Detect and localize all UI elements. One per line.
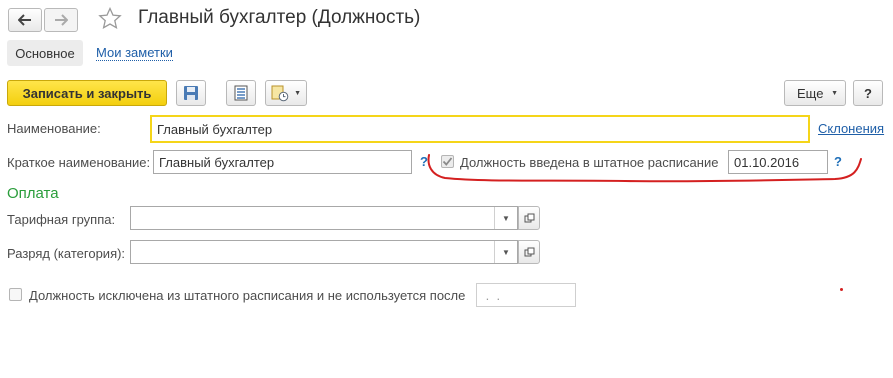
page-title: Главный бухгалтер (Должность) [138, 7, 421, 28]
short-name-label: Краткое наименование: [7, 155, 151, 170]
tab-my-notes[interactable]: Мои заметки [96, 46, 173, 61]
chevron-down-icon: ▼ [294, 89, 301, 97]
favorite-star-icon[interactable] [98, 6, 122, 32]
open-window-icon [524, 213, 534, 222]
help-button[interactable]: ? [853, 80, 883, 106]
save-and-close-button[interactable]: Записать и закрыть [7, 80, 167, 106]
arrow-left-icon [18, 14, 31, 26]
annotation-red-dot [840, 288, 843, 291]
short-name-input[interactable]: Главный бухгалтер [153, 150, 412, 174]
grade-select[interactable]: ▼ [130, 240, 518, 264]
arrow-right-icon [55, 14, 68, 26]
list-report-button[interactable] [226, 80, 256, 106]
chevron-down-icon[interactable]: ▼ [494, 207, 517, 229]
declension-link[interactable]: Склонения [818, 121, 884, 136]
more-label: Еще [797, 85, 824, 101]
back-button[interactable] [8, 8, 42, 32]
annotation-red-underline [427, 154, 862, 183]
tariff-group-open-button[interactable] [518, 206, 540, 230]
name-input[interactable]: Главный бухгалтер [150, 115, 810, 143]
more-menu-button[interactable]: Еще ▼ [784, 80, 846, 106]
payment-section-title: Оплата [7, 185, 59, 202]
forward-button[interactable] [44, 8, 78, 32]
chevron-down-icon: ▼ [831, 89, 838, 97]
document-clock-icon [271, 85, 289, 101]
tariff-group-select[interactable]: ▼ [130, 206, 518, 230]
list-document-icon [234, 85, 248, 101]
grade-label: Разряд (категория): [7, 246, 126, 261]
name-label: Наименование: [7, 121, 101, 136]
excluded-checkbox[interactable] [9, 288, 22, 301]
excluded-date-input[interactable]: . . [476, 283, 576, 307]
tariff-group-label: Тарифная группа: [7, 212, 116, 227]
create-based-on-button[interactable]: ▼ [265, 80, 307, 106]
tab-main[interactable]: Основное [7, 40, 83, 66]
chevron-down-icon[interactable]: ▼ [494, 241, 517, 263]
excluded-checkbox-label: Должность исключена из штатного расписан… [29, 288, 466, 303]
floppy-disk-icon [184, 86, 198, 100]
grade-open-button[interactable] [518, 240, 540, 264]
open-window-icon [524, 247, 534, 256]
save-button[interactable] [176, 80, 206, 106]
